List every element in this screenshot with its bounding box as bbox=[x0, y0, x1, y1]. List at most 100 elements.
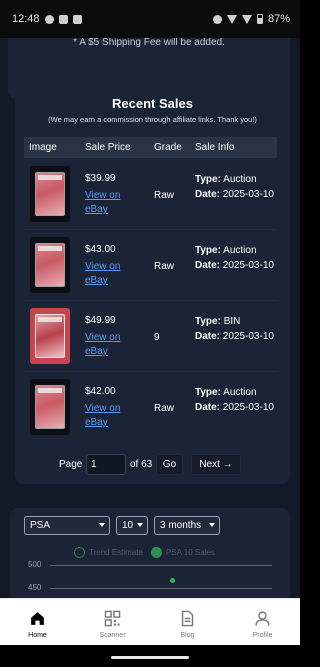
go-button[interactable]: Go bbox=[156, 454, 183, 475]
grade-select-value: 10 bbox=[122, 520, 134, 531]
time-range-select[interactable]: 3 months bbox=[154, 516, 220, 535]
y-tick-label: 450 bbox=[28, 583, 42, 592]
chart-data-point[interactable] bbox=[170, 578, 175, 583]
legend-trend-estimate[interactable]: Trend Estimate bbox=[89, 548, 143, 557]
app-icon bbox=[72, 14, 82, 24]
card-thumbnail[interactable] bbox=[30, 379, 70, 435]
nav-label-profile: Profile bbox=[252, 632, 273, 639]
card-thumbnail[interactable] bbox=[30, 166, 70, 222]
nav-label-scanner: Scanner bbox=[99, 632, 126, 639]
bottom-navigation: Home Scanner Blog Profile bbox=[0, 598, 300, 645]
sale-date: 2025-03-10 bbox=[222, 260, 274, 271]
grader-select[interactable]: PSA bbox=[24, 516, 110, 535]
chevron-down-icon bbox=[99, 523, 105, 527]
type-label: Type: bbox=[195, 387, 221, 398]
chevron-down-icon bbox=[209, 523, 215, 527]
sale-info: Type: BIN Date: 2025-03-10 bbox=[195, 314, 277, 344]
sale-price: $43.00 bbox=[85, 244, 116, 255]
table-row: $49.99 View on eBay 9 Type: BIN Date: 20… bbox=[24, 301, 277, 372]
system-gesture-bar bbox=[0, 645, 300, 667]
recent-sales-title: Recent Sales bbox=[112, 96, 193, 111]
page-total: of 63 bbox=[130, 459, 153, 470]
sale-price: $39.99 bbox=[85, 173, 116, 184]
sale-date: 2025-03-10 bbox=[222, 331, 274, 342]
date-label: Date: bbox=[195, 331, 221, 342]
nav-item-scanner[interactable]: Scanner bbox=[75, 599, 150, 646]
nav-label-home: Home bbox=[28, 632, 47, 639]
sales-table-header: Image Sale Price Grade Sale Info bbox=[24, 137, 277, 158]
sale-grade: Raw bbox=[154, 261, 175, 272]
nav-item-home[interactable]: Home bbox=[0, 599, 75, 646]
next-page-button[interactable]: Next → bbox=[191, 454, 241, 475]
type-label: Type: bbox=[195, 245, 221, 256]
sale-grade: 9 bbox=[154, 332, 160, 343]
home-icon bbox=[31, 612, 44, 625]
qr-code-icon bbox=[104, 610, 121, 627]
table-row: $42.00 View on eBay Raw Type: Auction Da… bbox=[24, 372, 277, 443]
card-thumbnail[interactable] bbox=[30, 237, 70, 293]
sale-date: 2025-03-10 bbox=[222, 189, 274, 200]
home-gesture-handle[interactable] bbox=[111, 656, 189, 659]
affiliate-disclaimer: (We may earn a commission through affili… bbox=[48, 115, 257, 124]
table-row: $43.00 View on eBay Raw Type: Auction Da… bbox=[24, 230, 277, 301]
battery-percent: 87% bbox=[267, 13, 290, 25]
battery-icon bbox=[256, 14, 263, 24]
status-left: 12:48 bbox=[12, 13, 82, 25]
notification-icon bbox=[44, 14, 54, 24]
page-number-input[interactable] bbox=[86, 454, 126, 475]
view-on-ebay-link[interactable]: View on eBay bbox=[85, 331, 131, 359]
person-icon bbox=[255, 611, 270, 626]
view-on-ebay-link[interactable]: View on eBay bbox=[85, 402, 131, 430]
chevron-down-icon bbox=[137, 523, 143, 527]
page-label: Page bbox=[59, 459, 83, 470]
type-label: Type: bbox=[195, 174, 221, 185]
sale-info: Type: Auction Date: 2025-03-10 bbox=[195, 385, 277, 415]
view-on-ebay-link[interactable]: View on eBay bbox=[85, 189, 131, 217]
message-icon bbox=[58, 14, 68, 24]
column-header-image: Image bbox=[29, 142, 57, 153]
mute-icon bbox=[212, 14, 222, 24]
signal-icon bbox=[241, 14, 252, 24]
sale-date: 2025-03-10 bbox=[222, 402, 274, 413]
grade-select[interactable]: 10 bbox=[116, 516, 148, 535]
status-right: 87% bbox=[212, 13, 290, 25]
date-label: Date: bbox=[195, 260, 221, 271]
table-row: $39.99 View on eBay Raw Type: Auction Da… bbox=[24, 159, 277, 230]
main-content[interactable]: * A $5 Shipping Fee will be added. Recen… bbox=[0, 38, 300, 598]
sale-grade: Raw bbox=[154, 190, 175, 201]
date-label: Date: bbox=[195, 189, 221, 200]
sale-info: Type: Auction Date: 2025-03-10 bbox=[195, 243, 277, 273]
sale-type: Auction bbox=[223, 387, 257, 398]
sale-grade: Raw bbox=[154, 403, 175, 414]
recent-sales-card: Recent Sales (We may earn a commission t… bbox=[15, 84, 290, 484]
card-thumbnail[interactable] bbox=[30, 308, 70, 364]
legend-psa-10-sales[interactable]: PSA 10 Sales bbox=[166, 548, 215, 557]
pagination: Page of 63 Go Next → bbox=[0, 454, 300, 476]
view-on-ebay-link[interactable]: View on eBay bbox=[85, 260, 131, 288]
grid-line bbox=[50, 565, 272, 566]
status-bar: 12:48 87% bbox=[0, 0, 300, 38]
sale-info: Type: Auction Date: 2025-03-10 bbox=[195, 172, 277, 202]
status-time: 12:48 bbox=[12, 13, 40, 25]
time-range-select-value: 3 months bbox=[160, 520, 202, 531]
sale-type: Auction bbox=[223, 245, 257, 256]
sale-type: BIN bbox=[223, 316, 241, 327]
nav-item-profile[interactable]: Profile bbox=[225, 599, 300, 646]
document-icon bbox=[181, 610, 194, 627]
sales-legend-icon[interactable] bbox=[150, 547, 162, 558]
sale-type: Auction bbox=[223, 174, 257, 185]
sale-price: $42.00 bbox=[85, 386, 116, 397]
sale-price: $49.99 bbox=[85, 315, 116, 326]
grid-line bbox=[50, 588, 272, 589]
type-label: Type: bbox=[195, 316, 221, 327]
wifi-icon bbox=[226, 14, 237, 24]
column-header-info: Sale Info bbox=[195, 142, 235, 153]
date-label: Date: bbox=[195, 402, 221, 413]
nav-item-blog[interactable]: Blog bbox=[150, 599, 225, 646]
chart-legend: Trend Estimate PSA 10 Sales bbox=[74, 547, 215, 558]
trend-estimate-legend-icon[interactable] bbox=[74, 547, 85, 558]
column-header-grade: Grade bbox=[154, 142, 182, 153]
price-chart-card: PSA 10 3 months Trend Estimate PSA 10 Sa… bbox=[10, 508, 290, 598]
nav-label-blog: Blog bbox=[180, 632, 195, 639]
column-header-price: Sale Price bbox=[85, 142, 131, 153]
